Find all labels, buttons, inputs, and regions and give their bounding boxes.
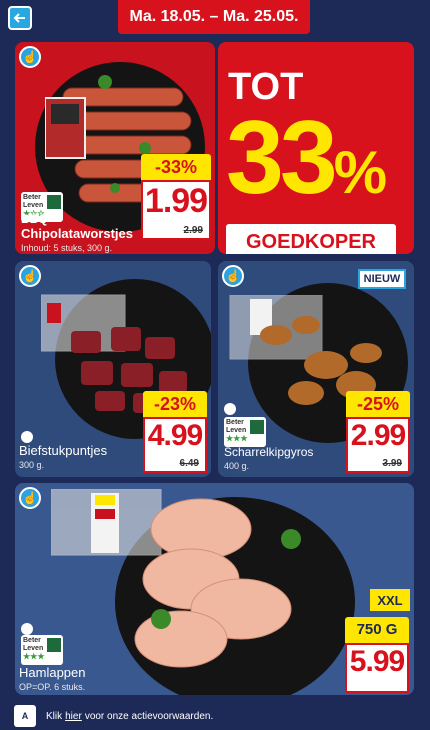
aldi-logo-icon: A [14, 705, 36, 727]
product-brand: BBQ [21, 212, 48, 226]
footer-text-pre: Klik [46, 710, 63, 722]
tap-hand-icon: ☝ [19, 46, 41, 68]
product-card-biefstuk[interactable]: ☝ Biefstukpuntjes 300 g. -23% 4.99 6.49 [15, 261, 211, 477]
beter-leven-badge: Beter Leven ★★★ [21, 635, 63, 665]
product-name: Hamlappen [19, 665, 86, 680]
star-rating-icon: ★★★ [23, 652, 45, 661]
promo-value: 33% [226, 106, 387, 223]
price: 1.99 [144, 182, 208, 220]
discount-label: -23% [143, 391, 207, 417]
tap-hand-icon: ☝ [19, 487, 41, 509]
beter-leven-small-icon [21, 623, 33, 635]
product-label: Scharrelkipgyros 400 g. [224, 445, 313, 471]
price-tag: -23% 4.99 6.49 [143, 391, 207, 473]
price-box: 5.99 [345, 643, 409, 693]
footer: A Klik hier voor onze actievoorwaarden. [0, 702, 430, 730]
product-label: Biefstukpuntjes 300 g. [19, 443, 107, 470]
price: 2.99 [350, 419, 406, 452]
product-detail: 400 g. [224, 461, 250, 471]
promo-goedkoper: GOEDKOPER [226, 224, 396, 254]
product-card-chipolata[interactable]: ☝ Beter Leven ★☆☆ BBQ Chipolataworstjes I… [15, 42, 215, 254]
product-label: Hamlappen OP=OP. 6 stuks. [19, 665, 86, 692]
price: 4.99 [147, 419, 203, 452]
promo-number: 33 [226, 100, 338, 216]
product-name: Scharrelkipgyros [224, 445, 314, 459]
pork-image [51, 489, 301, 668]
tap-hand-icon: ☝ [222, 265, 244, 287]
top-bar: Ma. 18.05. – Ma. 25.05. [0, 0, 430, 36]
product-detail: Inhoud: 5 stuks, 300 g. [21, 243, 113, 253]
beter-leven-small-icon [224, 403, 236, 415]
product-card-hamlappen[interactable]: ☝ Beter Leven ★★★ Hamlappen OP=OP. 6 stuk… [15, 483, 414, 695]
product-card-gyros[interactable]: ☝ NIEUW Beter Leven ★★★ Scharrelkipgyros … [218, 261, 414, 477]
old-price: 2.99 [183, 225, 203, 236]
product-detail: 300 g. [19, 460, 45, 470]
promo-card: TOT 33% GOEDKOPER [218, 42, 414, 254]
price-tag: -25% 2.99 3.99 [346, 391, 410, 473]
footer-link[interactable]: hier [65, 711, 82, 722]
tap-hand-icon: ☝ [19, 265, 41, 287]
weight-label: 750 G [345, 617, 409, 643]
price-box: 4.99 6.49 [143, 417, 207, 473]
price: 5.99 [349, 645, 405, 678]
promo-percent: % [333, 139, 387, 206]
product-label: BBQ Chipolataworstjes Inhoud: 5 stuks, 3… [21, 212, 133, 253]
footer-text-post: voor onze actievoorwaarden. [84, 710, 214, 722]
back-arrow-icon [13, 13, 25, 23]
old-price: 3.99 [382, 458, 402, 469]
beter-leven-small-icon [21, 431, 33, 443]
beter-leven-logo-icon [47, 195, 61, 209]
date-range-banner: Ma. 18.05. – Ma. 25.05. [118, 0, 310, 34]
product-detail: OP=OP. 6 stuks. [19, 682, 86, 692]
product-name: Chipolataworstjes [21, 226, 133, 241]
beter-leven-badge: Beter Leven ★★★ [224, 417, 266, 447]
discount-label: -33% [141, 154, 211, 180]
product-name: Biefstukpuntjes [19, 443, 108, 458]
price-box: 1.99 2.99 [141, 180, 211, 240]
beter-leven-logo-icon [47, 638, 61, 652]
price-tag: -33% 1.99 2.99 [141, 154, 211, 240]
star-rating-icon: ★★★ [226, 434, 248, 443]
price-tag: 750 G 5.99 [345, 617, 409, 693]
new-badge: NIEUW [358, 269, 406, 289]
back-button[interactable] [8, 6, 32, 30]
discount-label: -25% [346, 391, 410, 417]
beter-leven-logo-icon [250, 420, 264, 434]
price-box: 2.99 3.99 [346, 417, 410, 473]
xxl-tag: XXL [370, 589, 410, 611]
old-price: 6.49 [179, 458, 199, 469]
